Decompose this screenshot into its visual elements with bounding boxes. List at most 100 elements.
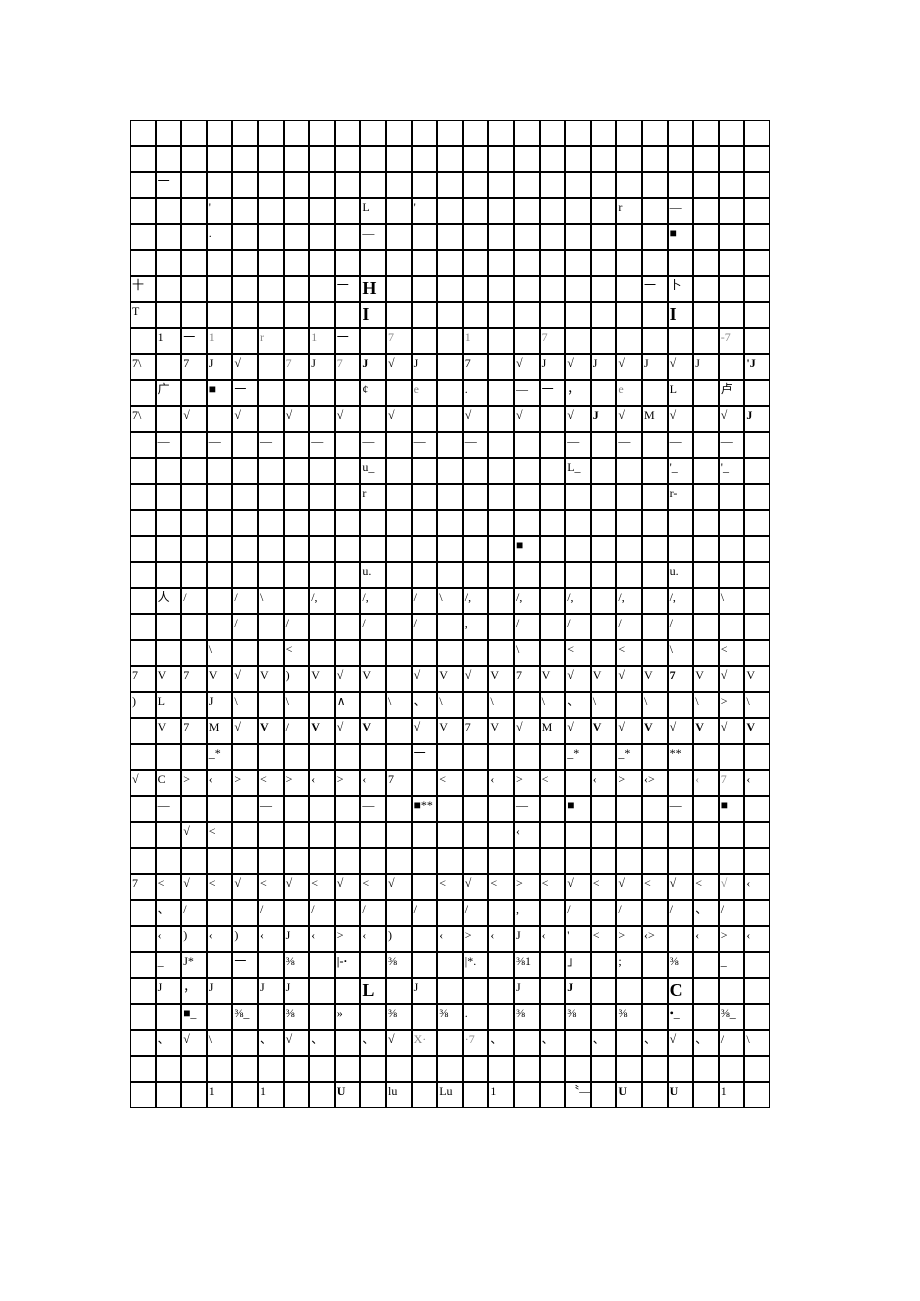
grid-cell [412, 536, 438, 562]
grid-cell [207, 146, 233, 172]
grid-cell: ■ [668, 224, 694, 250]
grid-cell [616, 458, 642, 484]
grid-cell [130, 1056, 156, 1082]
grid-cell: /, [309, 588, 335, 614]
grid-cell [744, 302, 770, 328]
grid-cell [488, 302, 514, 328]
grid-cell: V [693, 718, 719, 744]
grid-cell [591, 536, 617, 562]
grid-cell [540, 536, 566, 562]
grid-cell: < [719, 640, 745, 666]
grid-cell [437, 952, 463, 978]
grid-cell [386, 718, 412, 744]
grid-cell [360, 406, 386, 432]
grid-cell: 1 [258, 1082, 284, 1108]
grid-cell: 、 [565, 692, 591, 718]
grid-cell [360, 172, 386, 198]
grid-cell [258, 380, 284, 406]
grid-cell [616, 536, 642, 562]
grid-cell: 、 [693, 900, 719, 926]
grid-cell [744, 822, 770, 848]
grid-cell [156, 848, 182, 874]
grid-cell: √ [565, 354, 591, 380]
grid-cell [309, 848, 335, 874]
grid-cell [514, 848, 540, 874]
grid-cell [309, 120, 335, 146]
grid-cell: / [181, 900, 207, 926]
grid-cell [386, 1056, 412, 1082]
grid-cell [207, 276, 233, 302]
grid-cell [309, 276, 335, 302]
grid-cell [386, 562, 412, 588]
grid-cell [360, 952, 386, 978]
grid-cell: V [642, 718, 668, 744]
grid-cell [591, 484, 617, 510]
grid-cell [232, 1056, 258, 1082]
grid-cell [258, 198, 284, 224]
grid-cell [514, 198, 540, 224]
grid-cell [284, 458, 310, 484]
grid-cell [744, 952, 770, 978]
grid-cell [744, 640, 770, 666]
grid-cell [181, 432, 207, 458]
grid-cell [744, 458, 770, 484]
grid-cell [565, 510, 591, 536]
grid-cell: √ [719, 666, 745, 692]
grid-cell [693, 406, 719, 432]
grid-cell: ' [412, 198, 438, 224]
grid-cell [309, 406, 335, 432]
grid-cell: ■** [412, 796, 438, 822]
grid-cell [284, 796, 310, 822]
grid-cell [642, 380, 668, 406]
grid-cell: < [642, 874, 668, 900]
grid-cell [591, 614, 617, 640]
grid-cell [232, 978, 258, 1004]
grid-cell [335, 432, 361, 458]
grid-cell [386, 432, 412, 458]
grid-cell: / [565, 900, 591, 926]
grid-cell [744, 120, 770, 146]
grid-cell [693, 276, 719, 302]
grid-cell [437, 406, 463, 432]
grid-cell [668, 120, 694, 146]
grid-cell [488, 198, 514, 224]
grid-cell [437, 224, 463, 250]
grid-cell [642, 250, 668, 276]
grid-cell [488, 510, 514, 536]
grid-cell [642, 952, 668, 978]
grid-cell [463, 1056, 489, 1082]
grid-cell [386, 744, 412, 770]
grid-cell [616, 796, 642, 822]
grid-cell: / [284, 718, 310, 744]
grid-cell [693, 640, 719, 666]
grid-cell [565, 328, 591, 354]
grid-cell [207, 1004, 233, 1030]
grid-cell [386, 978, 412, 1004]
grid-cell [693, 796, 719, 822]
grid-cell: √ [412, 666, 438, 692]
grid-cell [744, 744, 770, 770]
grid-cell: L [668, 380, 694, 406]
grid-cell [437, 198, 463, 224]
grid-cell [258, 536, 284, 562]
grid-cell: ⅜ [284, 1004, 310, 1030]
grid-cell: u. [360, 562, 386, 588]
grid-cell [668, 926, 694, 952]
grid-cell [540, 614, 566, 640]
grid-cell: ) [284, 666, 310, 692]
grid-cell [437, 562, 463, 588]
grid-cell: ‹ [437, 926, 463, 952]
grid-cell [514, 1056, 540, 1082]
grid-cell [744, 562, 770, 588]
grid-cell: > [463, 926, 489, 952]
grid-cell [488, 900, 514, 926]
grid-cell [642, 484, 668, 510]
grid-cell [540, 822, 566, 848]
grid-cell: √ [565, 406, 591, 432]
grid-cell: V [744, 666, 770, 692]
grid-cell [130, 718, 156, 744]
grid-cell: V [437, 666, 463, 692]
grid-cell: J [207, 354, 233, 380]
grid-cell [207, 614, 233, 640]
grid-cell: ‹> [642, 926, 668, 952]
